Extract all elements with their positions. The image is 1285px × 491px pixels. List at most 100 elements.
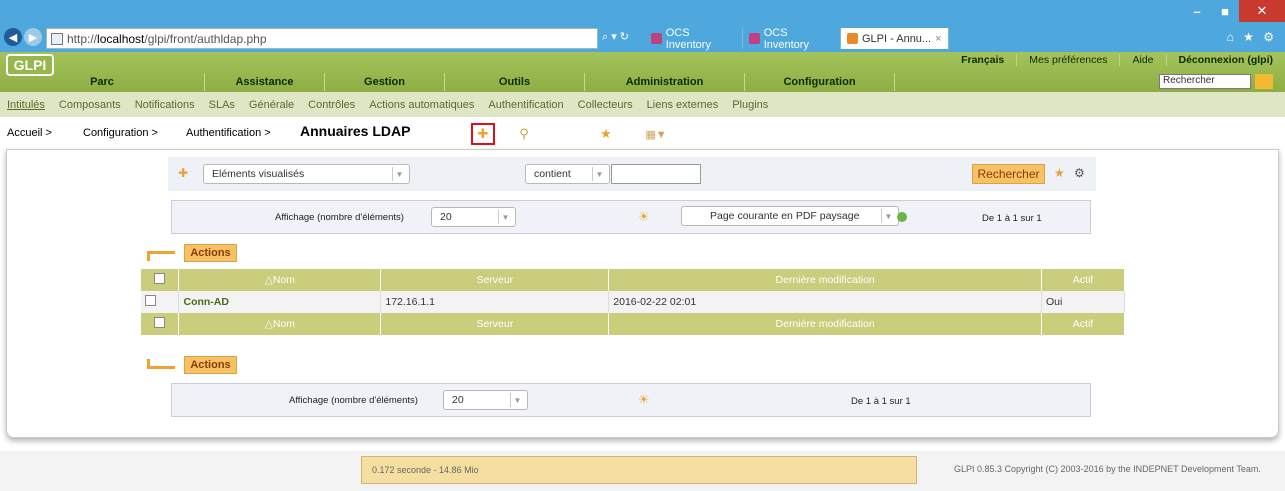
column-header-modified[interactable]: Dernière modification	[608, 269, 1043, 291]
save-search-star-icon[interactable]: ★	[1054, 166, 1065, 180]
breadcrumb: Accueil > Configuration > Authentificati…	[0, 117, 1285, 149]
submenu-liens-externes[interactable]: Liens externes	[647, 99, 719, 111]
back-icon[interactable]: ◀	[4, 28, 22, 46]
per-page-select-bottom[interactable]: 20 ▼	[443, 390, 528, 410]
global-search-button[interactable]	[1255, 74, 1273, 89]
forward-icon[interactable]: ▶	[24, 28, 42, 46]
column-footer-name[interactable]: △Nom	[178, 313, 382, 335]
bookmark-star-icon[interactable]: ★	[594, 123, 618, 145]
footer-copyright[interactable]: GLPI 0.85.3 Copyright (C) 2003-2016 by t…	[954, 464, 1261, 474]
browser-tab-1[interactable]: OCS Inventory	[645, 27, 743, 51]
search-criteria-row: ✚ Eléments visualisés ▼ contient ▼ Reche…	[168, 157, 1096, 191]
add-icon[interactable]: ✚	[471, 123, 495, 145]
cell-server: 172.16.1.1	[380, 291, 610, 313]
options-sun-icon[interactable]: ☀	[638, 209, 650, 225]
submenu-generale[interactable]: Générale	[249, 99, 294, 111]
pager-label: Affichage (nombre d'éléments)	[289, 395, 418, 406]
url-host: localhost	[97, 31, 145, 46]
main-menu: Parc Assistance Gestion Outils Administr…	[0, 73, 895, 91]
export-value: Page courante en PDF paysage	[710, 210, 860, 222]
export-select[interactable]: Page courante en PDF paysage ▼	[681, 206, 899, 226]
ldap-name-link[interactable]: Conn-AD	[183, 296, 229, 308]
glpi-header: GLPI Français Mes préférences Aide Décon…	[0, 52, 1285, 92]
search-value-input[interactable]	[611, 164, 701, 184]
menu-gestion[interactable]: Gestion	[325, 73, 445, 91]
address-bar[interactable]: http://localhost/glpi/front/authldap.php	[46, 28, 598, 49]
submenu-actions-automatiques[interactable]: Actions automatiques	[369, 99, 474, 111]
breadcrumb-home[interactable]: Accueil >	[7, 127, 52, 139]
pager-count: De 1 à 1 sur 1	[982, 213, 1042, 224]
select-all-checkbox[interactable]	[154, 273, 166, 284]
tab-label: OCS Inventory	[763, 26, 809, 51]
pager-label: Affichage (nombre d'éléments)	[275, 212, 404, 223]
cell-modified: 2016-02-22 02:01	[608, 291, 1043, 313]
add-criteria-icon[interactable]: ✚	[178, 166, 188, 180]
field-select[interactable]: Eléments visualisés ▼	[203, 164, 410, 184]
browser-tab-3[interactable]: GLPI - Annu... ×	[841, 28, 949, 49]
menu-parc[interactable]: Parc	[0, 73, 205, 91]
search-icon[interactable]: ⚲	[512, 123, 536, 145]
submenu-notifications[interactable]: Notifications	[135, 99, 195, 111]
per-page-value: 20	[452, 394, 464, 406]
per-page-select[interactable]: 20 ▼	[431, 207, 516, 227]
browser-right-icons[interactable]: ⌂ ★ ⚙	[1227, 30, 1277, 44]
footer-checkbox-cell	[141, 313, 180, 335]
nav-buttons: ◀ ▶	[4, 28, 42, 46]
select-all-checkbox-bottom[interactable]	[154, 317, 166, 328]
submenu-plugins[interactable]: Plugins	[732, 99, 768, 111]
close-icon[interactable]: ✕	[1239, 0, 1285, 22]
logout-link[interactable]: Déconnexion (glpi)	[1165, 54, 1285, 66]
column-footer-server[interactable]: Serveur	[380, 313, 610, 335]
page-footer: 0.172 seconde - 14.86 Mio GLPI 0.85.3 Co…	[0, 451, 1285, 491]
submenu-controles[interactable]: Contrôles	[308, 99, 355, 111]
breadcrumb-authentification[interactable]: Authentification >	[186, 127, 271, 139]
address-tools[interactable]: ⌕ ▾ ↻	[602, 30, 629, 44]
browser-tab-2[interactable]: OCS Inventory	[743, 26, 841, 51]
submenu-slas[interactable]: SLAs	[209, 99, 235, 111]
chevron-down-icon: ▼	[881, 209, 895, 223]
ocs-favicon	[749, 33, 760, 44]
window-controls: – ■ ✕	[1183, 0, 1285, 24]
tab-close-icon[interactable]: ×	[935, 33, 941, 45]
browser-toolbar: – ■ ✕ ◀ ▶ http://localhost/glpi/front/au…	[0, 0, 1285, 52]
actions-button-top[interactable]: Actions	[184, 244, 237, 262]
maximize-icon[interactable]: ■	[1211, 0, 1239, 22]
reset-search-icon[interactable]: ⚙	[1074, 166, 1085, 180]
submenu-intitules[interactable]: Intitulés	[7, 99, 45, 111]
menu-assistance[interactable]: Assistance	[205, 73, 325, 91]
table-header-row: △Nom Serveur Dernière modification Actif	[141, 269, 1125, 291]
global-search-input[interactable]: Rechercher	[1159, 74, 1251, 89]
page-icon	[51, 32, 63, 45]
options-sun-icon[interactable]: ☀	[638, 392, 650, 408]
preferences-link[interactable]: Mes préférences	[1016, 54, 1119, 66]
ocs-favicon	[651, 33, 662, 44]
export-go-icon[interactable]	[897, 212, 907, 222]
column-footer-modified[interactable]: Dernière modification	[608, 313, 1043, 335]
pager-top: Affichage (nombre d'éléments) 20 ▼ ☀ Pag…	[171, 200, 1091, 234]
sub-menu: Intitulés Composants Notifications SLAs …	[0, 92, 1285, 117]
menu-outils[interactable]: Outils	[445, 73, 585, 91]
column-footer-active[interactable]: Actif	[1041, 313, 1125, 335]
results-table: △Nom Serveur Dernière modification Actif…	[141, 269, 1125, 335]
minimize-icon[interactable]: –	[1183, 0, 1211, 22]
menu-configuration[interactable]: Configuration	[745, 73, 895, 91]
pager-bottom: Affichage (nombre d'éléments) 20 ▼ ☀ De …	[171, 383, 1091, 417]
column-header-name[interactable]: △Nom	[178, 269, 382, 291]
column-header-server[interactable]: Serveur	[380, 269, 610, 291]
display-options-icon[interactable]: ▦▼	[639, 123, 673, 145]
submenu-collecteurs[interactable]: Collecteurs	[578, 99, 633, 111]
search-button[interactable]: Rechercher	[972, 164, 1045, 184]
breadcrumb-configuration[interactable]: Configuration >	[83, 127, 158, 139]
help-link[interactable]: Aide	[1119, 54, 1165, 66]
submenu-composants[interactable]: Composants	[59, 99, 121, 111]
row-checkbox[interactable]	[145, 295, 156, 306]
menu-administration[interactable]: Administration	[585, 73, 745, 91]
table-footer-row: △Nom Serveur Dernière modification Actif	[141, 313, 1125, 335]
submenu-authentification[interactable]: Authentification	[488, 99, 563, 111]
chevron-down-icon: ▼	[498, 210, 512, 224]
column-header-active[interactable]: Actif	[1041, 269, 1125, 291]
language-link[interactable]: Français	[949, 54, 1016, 66]
actions-button-bottom[interactable]: Actions	[184, 356, 237, 374]
field-select-value: Eléments visualisés	[212, 168, 305, 180]
operator-select[interactable]: contient ▼	[525, 164, 610, 184]
